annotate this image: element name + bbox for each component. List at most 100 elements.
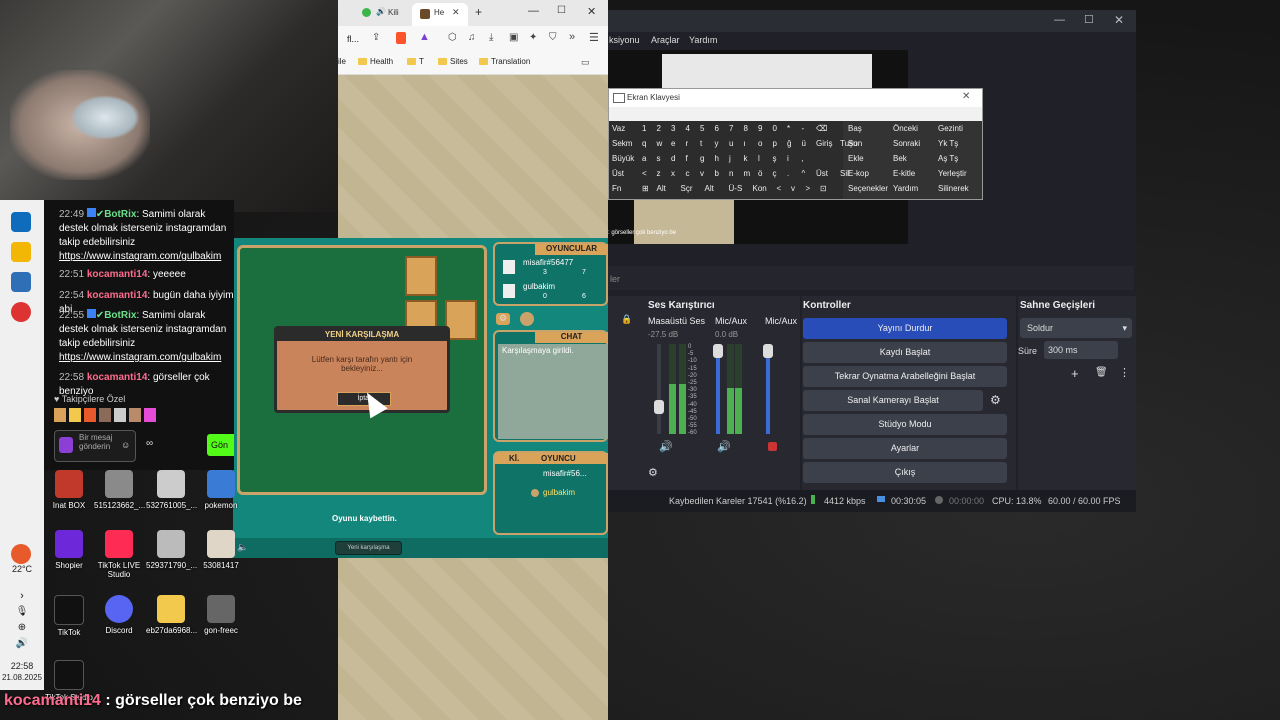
network-icon[interactable]: ⊕: [0, 622, 44, 633]
bookmark-translation[interactable]: Translation: [479, 57, 530, 66]
muted-icon[interactable]: [768, 442, 777, 451]
share-icon[interactable]: ⇪: [372, 32, 380, 43]
keyboard-key[interactable]: ⊡: [820, 184, 827, 193]
speaker-icon[interactable]: 🔊: [717, 440, 731, 453]
keyboard-key[interactable]: v: [700, 169, 704, 178]
bookmark-item[interactable]: ile: [338, 57, 346, 66]
wallet-icon[interactable]: ▣: [509, 32, 518, 43]
keyboard-key[interactable]: ç: [773, 169, 777, 178]
keyboard-key[interactable]: g: [700, 154, 704, 163]
keyboard-key[interactable]: p: [773, 139, 777, 148]
desktop-icon[interactable]: TikTok LIVE Studio: [94, 530, 144, 579]
keyboard-key[interactable]: Alt: [657, 184, 666, 193]
desktop-icon[interactable]: 53081417: [196, 530, 246, 570]
gear-icon[interactable]: ⚙: [648, 466, 658, 479]
keyboard-key[interactable]: Ü-S: [729, 184, 743, 193]
keyboard-key[interactable]: ^: [802, 169, 806, 178]
desktop-icon[interactable]: TikTok: [44, 595, 94, 637]
files-icon[interactable]: [11, 242, 31, 262]
keyboard-key[interactable]: v: [791, 184, 795, 193]
keyboard-key[interactable]: Silinerek: [938, 184, 969, 193]
vpn-icon[interactable]: ⛉: [549, 32, 557, 43]
desktop-icon[interactable]: Shopier: [44, 530, 94, 570]
keyboard-key[interactable]: 1: [642, 124, 646, 133]
keyboard-key[interactable]: >: [806, 184, 811, 193]
keyboard-key[interactable]: l: [758, 154, 760, 163]
duration-input[interactable]: 300 ms: [1044, 341, 1118, 359]
close-icon[interactable]: ✕: [587, 5, 596, 18]
download-icon[interactable]: ⤓: [489, 32, 493, 43]
keyboard-key[interactable]: b: [715, 169, 719, 178]
menu-item-tools[interactable]: Araçlar: [651, 35, 680, 45]
clock-date[interactable]: 21.08.2025: [0, 673, 44, 682]
keyboard-key[interactable]: s: [657, 154, 661, 163]
keyboard-key[interactable]: d: [671, 154, 675, 163]
keyboard-key[interactable]: Baş: [848, 124, 862, 133]
keyboard-key[interactable]: h: [715, 154, 719, 163]
keyboard-key[interactable]: Vaz: [612, 124, 625, 133]
volume-slider[interactable]: [763, 344, 773, 434]
keyboard-key[interactable]: Alt: [705, 184, 714, 193]
keyboard-key[interactable]: *: [787, 124, 790, 133]
keyboard-key[interactable]: Fn: [612, 184, 621, 193]
keyboard-key[interactable]: Seçenekler: [848, 184, 888, 193]
keyboard-key[interactable]: Yerleştir: [938, 169, 967, 178]
extension-icon[interactable]: ⬡: [448, 32, 457, 43]
desktop-icon[interactable]: gon-freec: [196, 595, 246, 635]
new-tab-icon[interactable]: +: [475, 5, 482, 19]
keyboard-key[interactable]: E-kitle: [893, 169, 915, 178]
keyboard-key[interactable]: 0: [773, 124, 777, 133]
keyboard-key[interactable]: ü: [802, 139, 806, 148]
keyboard-key[interactable]: t: [700, 139, 702, 148]
keyboard-key[interactable]: ⌫: [816, 124, 827, 133]
keyboard-key[interactable]: ğ: [787, 139, 791, 148]
keyboard-key[interactable]: ⊞: [642, 184, 649, 193]
keyboard-key[interactable]: Sekm: [612, 139, 632, 148]
rewards-icon[interactable]: ▲: [419, 31, 430, 43]
keyboard-key[interactable]: Önceki: [893, 124, 918, 133]
keyboard-key[interactable]: k: [744, 154, 748, 163]
keyboard-key[interactable]: m: [744, 169, 751, 178]
keyboard-key[interactable]: Üst: [816, 169, 828, 178]
keyboard-key[interactable]: e: [671, 139, 675, 148]
app-icon[interactable]: [11, 302, 31, 322]
stop-stream-button[interactable]: Yayını Durdur: [803, 318, 1007, 339]
close-icon[interactable]: ✕: [962, 91, 970, 102]
keyboard-key[interactable]: Son: [848, 139, 862, 148]
emoji-icon[interactable]: ☺: [121, 440, 130, 450]
keyboard-key[interactable]: 2: [657, 124, 661, 133]
mic-icon[interactable]: [59, 437, 73, 453]
studio-mode-button[interactable]: Stüdyo Modu: [803, 414, 1007, 435]
gear-icon[interactable]: ⚙: [990, 393, 1001, 407]
keyboard-key[interactable]: Bek: [893, 154, 907, 163]
keyboard-key[interactable]: <: [777, 184, 782, 193]
keyboard-key[interactable]: u: [729, 139, 733, 148]
keyboard-key[interactable]: i: [787, 154, 789, 163]
settings-button[interactable]: Ayarlar: [803, 438, 1007, 459]
keyboard-key[interactable]: n: [729, 169, 733, 178]
app-icon[interactable]: [11, 272, 31, 292]
keyboard-key[interactable]: 6: [715, 124, 719, 133]
bookmarks-menu-icon[interactable]: ▭: [581, 57, 590, 68]
maximize-icon[interactable]: ☐: [1084, 13, 1094, 26]
game-tile[interactable]: [405, 256, 437, 296]
keyboard-key[interactable]: 4: [686, 124, 690, 133]
keyboard-key[interactable]: .: [787, 169, 789, 178]
infinity-icon[interactable]: ∞: [146, 438, 153, 449]
close-icon[interactable]: ✕: [1114, 13, 1124, 27]
speaker-icon[interactable]: 🔊: [659, 440, 673, 453]
keyboard-key[interactable]: E-kop: [848, 169, 869, 178]
ai-icon[interactable]: ✦: [529, 32, 537, 43]
desktop-icon[interactable]: pokemon: [196, 470, 246, 510]
keyboard-key[interactable]: c: [686, 169, 690, 178]
desktop-icon[interactable]: eb27da6968...: [146, 595, 197, 635]
coin-icon[interactable]: [520, 312, 534, 326]
keyboard-key[interactable]: Yk Tş: [938, 139, 958, 148]
settings-icon[interactable]: ⚙: [496, 313, 510, 325]
volume-slider[interactable]: [713, 344, 723, 434]
desktop-icon[interactable]: 532761005_...: [146, 470, 197, 510]
keyboard-key[interactable]: z: [657, 169, 661, 178]
chevron-icon[interactable]: ›: [0, 590, 44, 602]
emote-row[interactable]: [54, 408, 234, 426]
keyboard-key[interactable]: -: [802, 124, 805, 133]
